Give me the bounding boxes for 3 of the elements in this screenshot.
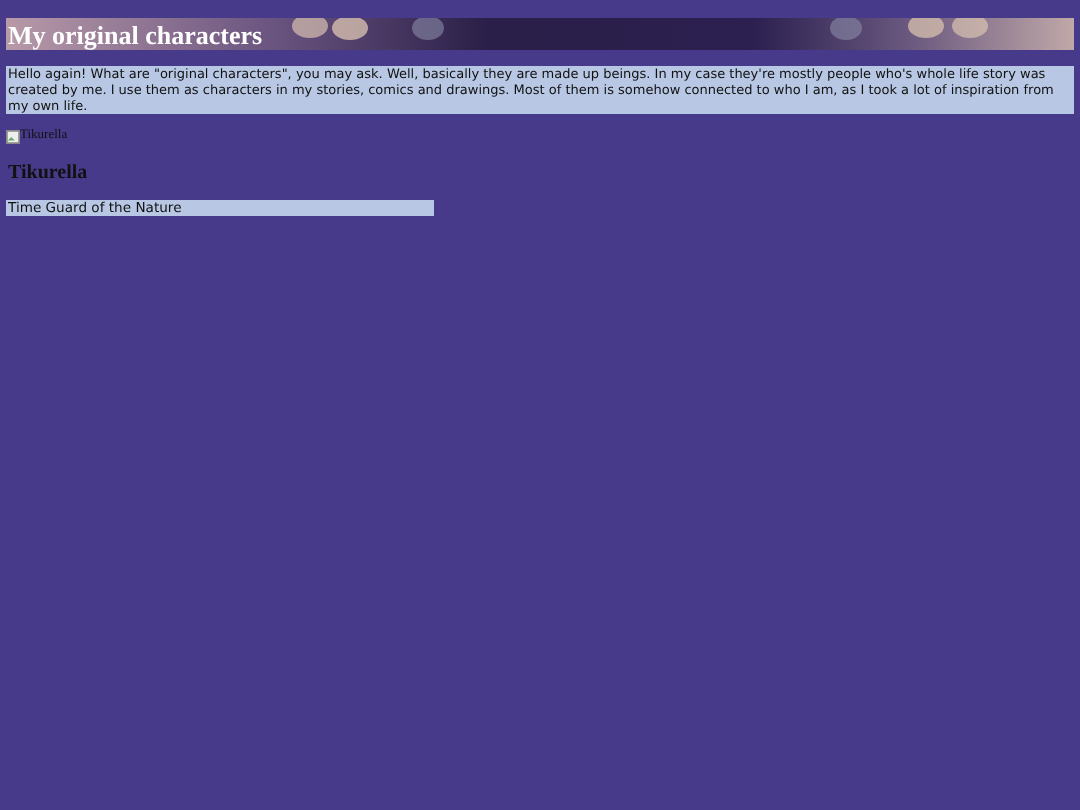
broken-image-icon <box>6 129 20 143</box>
page-title: My original characters <box>6 20 263 52</box>
character-name: Tikurella <box>8 160 88 188</box>
